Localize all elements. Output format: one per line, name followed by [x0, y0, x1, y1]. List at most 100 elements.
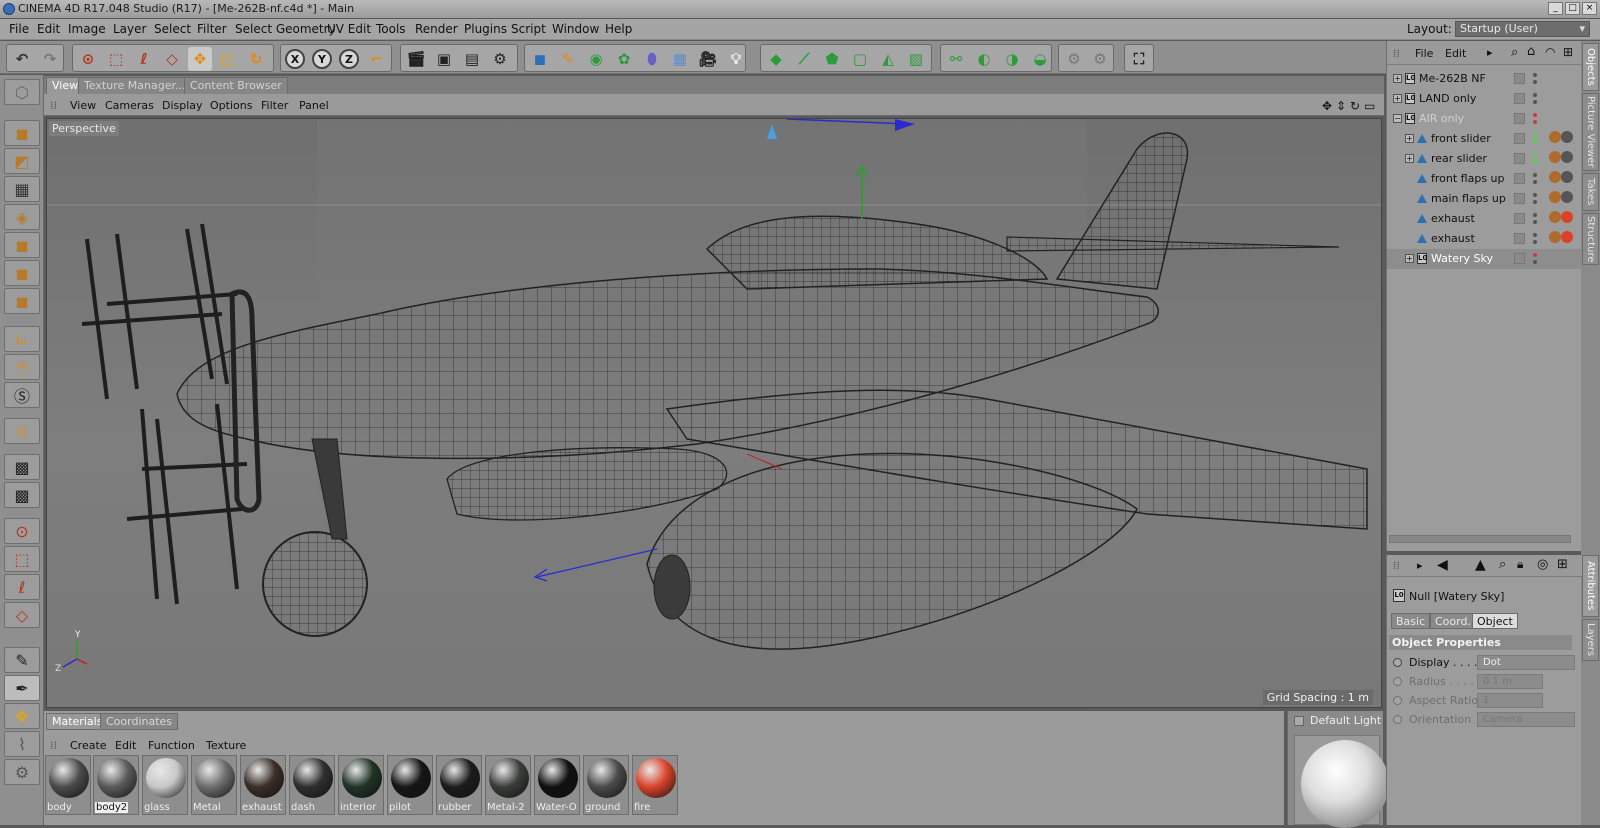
poly-select-sidebar-icon[interactable]: ◇ — [4, 602, 40, 628]
display-anim-radio[interactable] — [1393, 658, 1402, 667]
editor-visibility-dot[interactable] — [1533, 193, 1537, 197]
aspect-ratio-field[interactable]: 1 — [1477, 693, 1543, 708]
layer-icon[interactable] — [1514, 173, 1525, 184]
rotate-tool-icon[interactable]: ↻ — [244, 47, 268, 71]
material-swatch[interactable]: glass — [142, 755, 188, 815]
om-menu-file[interactable]: File — [1415, 47, 1433, 60]
om-menu-edit[interactable]: Edit — [1445, 47, 1466, 60]
collapse-icon[interactable]: − — [1393, 114, 1402, 123]
z-axis-lock-button[interactable]: Z — [339, 49, 359, 69]
magnet-icon[interactable]: ⊂ — [4, 418, 40, 444]
menu-filter[interactable]: Filter — [197, 22, 227, 36]
attr-tab-coord[interactable]: Coord. — [1430, 613, 1476, 629]
tab-layers[interactable]: Layers — [1582, 619, 1599, 661]
eyedropper-icon[interactable]: ✒ — [4, 675, 40, 701]
move-sidebar-icon[interactable]: ✥ — [4, 703, 40, 729]
polygons-mode-icon[interactable]: ⬟ — [820, 47, 844, 71]
menu-window[interactable]: Window — [552, 22, 599, 36]
vmenu-options[interactable]: Options — [210, 99, 252, 112]
editor-visibility-dot[interactable] — [1533, 173, 1537, 177]
xpresso-tag-icon[interactable] — [1549, 231, 1561, 243]
object-row[interactable]: exhaust — [1387, 209, 1582, 229]
render-region-icon[interactable]: ▣ — [432, 47, 456, 71]
light-icon[interactable]: 💡︎ — [724, 47, 748, 71]
pen-spline-icon[interactable]: ✎ — [556, 47, 580, 71]
xpresso-tag-icon[interactable] — [1549, 151, 1561, 163]
material-swatch[interactable]: exhaust — [240, 755, 286, 815]
object-row[interactable]: + front slider — [1387, 129, 1582, 149]
editor-visibility-dot[interactable] — [1533, 253, 1537, 257]
view-icon[interactable]: ◠ — [1545, 45, 1555, 59]
floor-icon[interactable]: ▦ — [668, 47, 692, 71]
editor-visibility-dot[interactable] — [1533, 153, 1537, 157]
deformer-icon[interactable]: ⬮ — [640, 47, 664, 71]
object-row[interactable]: + rear slider — [1387, 149, 1582, 169]
expand-icon[interactable]: + — [1405, 134, 1414, 143]
target-icon[interactable]: ◎ — [1537, 557, 1548, 572]
xpresso-tag-icon[interactable] — [1549, 171, 1561, 183]
material-swatch[interactable]: body2 — [93, 755, 139, 815]
back-arrow-icon[interactable]: ◀ — [1437, 557, 1448, 573]
editor-visibility-dot[interactable] — [1533, 73, 1537, 77]
render-visibility-dot[interactable] — [1533, 240, 1537, 244]
search-icon[interactable]: ⌕ — [1511, 45, 1518, 60]
menu-select-geometry[interactable]: Select Geometry — [235, 22, 336, 36]
pan-view-icon[interactable]: ✥ — [1322, 99, 1332, 113]
layer-icon[interactable] — [1514, 113, 1525, 124]
minimize-button[interactable]: _ — [1548, 2, 1563, 15]
fullscreen-icon[interactable]: ⛶ — [1127, 47, 1151, 71]
expand-icon[interactable]: + — [1393, 94, 1402, 103]
fire-material-tag-icon[interactable] — [1561, 211, 1573, 223]
rotate-view-icon[interactable]: ↻ — [1350, 99, 1360, 113]
editor-visibility-dot[interactable] — [1533, 93, 1537, 97]
default-light-checkbox[interactable] — [1294, 716, 1304, 726]
material-swatch[interactable]: dash — [289, 755, 335, 815]
workplane-lock-icon[interactable]: ▩ — [4, 482, 40, 508]
vmenu-view[interactable]: View — [70, 99, 96, 112]
redo-icon[interactable]: ↷ — [38, 47, 62, 71]
render-visibility-dot[interactable] — [1533, 200, 1537, 204]
radius-field[interactable]: 0.1 m — [1477, 674, 1543, 689]
polygon-selection-icon[interactable]: ◇ — [160, 47, 184, 71]
menu-file[interactable]: File — [9, 22, 29, 36]
layer-icon[interactable] — [1514, 233, 1525, 244]
material-swatch[interactable]: interior — [338, 755, 384, 815]
layout-dropdown[interactable]: Startup (User) — [1455, 21, 1590, 37]
vmenu-cameras[interactable]: Cameras — [105, 99, 154, 112]
mat-menu-edit[interactable]: Edit — [115, 739, 136, 752]
layer-icon[interactable] — [1514, 193, 1525, 204]
close-button[interactable]: × — [1582, 2, 1597, 15]
edges-mode-icon[interactable]: ⟋ — [792, 47, 816, 71]
expression-tag-icon[interactable] — [1561, 151, 1573, 163]
render-visibility-dot[interactable] — [1533, 140, 1537, 144]
undo-icon[interactable]: ↶ — [10, 47, 34, 71]
material-swatch[interactable]: fire — [632, 755, 678, 815]
scale-tool-icon[interactable]: ◰ — [216, 47, 240, 71]
attr-tab-object[interactable]: Object — [1472, 613, 1518, 629]
expression-tag-icon[interactable] — [1561, 131, 1573, 143]
texture-axis-icon[interactable]: ◩ — [4, 148, 40, 174]
tab-takes[interactable]: Takes — [1582, 173, 1599, 211]
menu-script[interactable]: Script — [511, 22, 546, 36]
expression-tag-icon[interactable] — [1561, 171, 1573, 183]
render-view-icon[interactable]: 🎬︎ — [404, 47, 428, 71]
material-swatch[interactable]: Metal-2 — [485, 755, 531, 815]
cube-icon[interactable]: ◼ — [528, 47, 552, 71]
render-visibility-dot[interactable] — [1533, 100, 1537, 104]
checker-icon[interactable]: ▦ — [4, 176, 40, 202]
expression-tag-icon[interactable] — [1561, 191, 1573, 203]
dolly-view-icon[interactable]: ⇕ — [1336, 99, 1346, 113]
horizontal-scrollbar[interactable] — [1389, 535, 1571, 543]
model-mode-sidebar-icon[interactable]: ⬡ — [4, 79, 40, 105]
live-selection-icon[interactable]: ⊙ — [76, 47, 100, 71]
attr-tab-basic[interactable]: Basic — [1391, 613, 1431, 629]
maximize-button[interactable]: □ — [1565, 2, 1580, 15]
viewport-camera-label[interactable]: Perspective — [49, 121, 119, 136]
menu-tools[interactable]: Tools — [376, 22, 406, 36]
tab-coordinates[interactable]: Coordinates — [100, 713, 179, 730]
texture-tool-icon[interactable]: ⚙ — [4, 759, 40, 785]
menu-select[interactable]: Select — [154, 22, 191, 36]
lasso-selection-icon[interactable]: ℓ — [132, 47, 156, 71]
home-icon[interactable]: ⌂ — [1527, 44, 1535, 59]
new-window-icon[interactable]: ⊞ — [1557, 557, 1568, 572]
